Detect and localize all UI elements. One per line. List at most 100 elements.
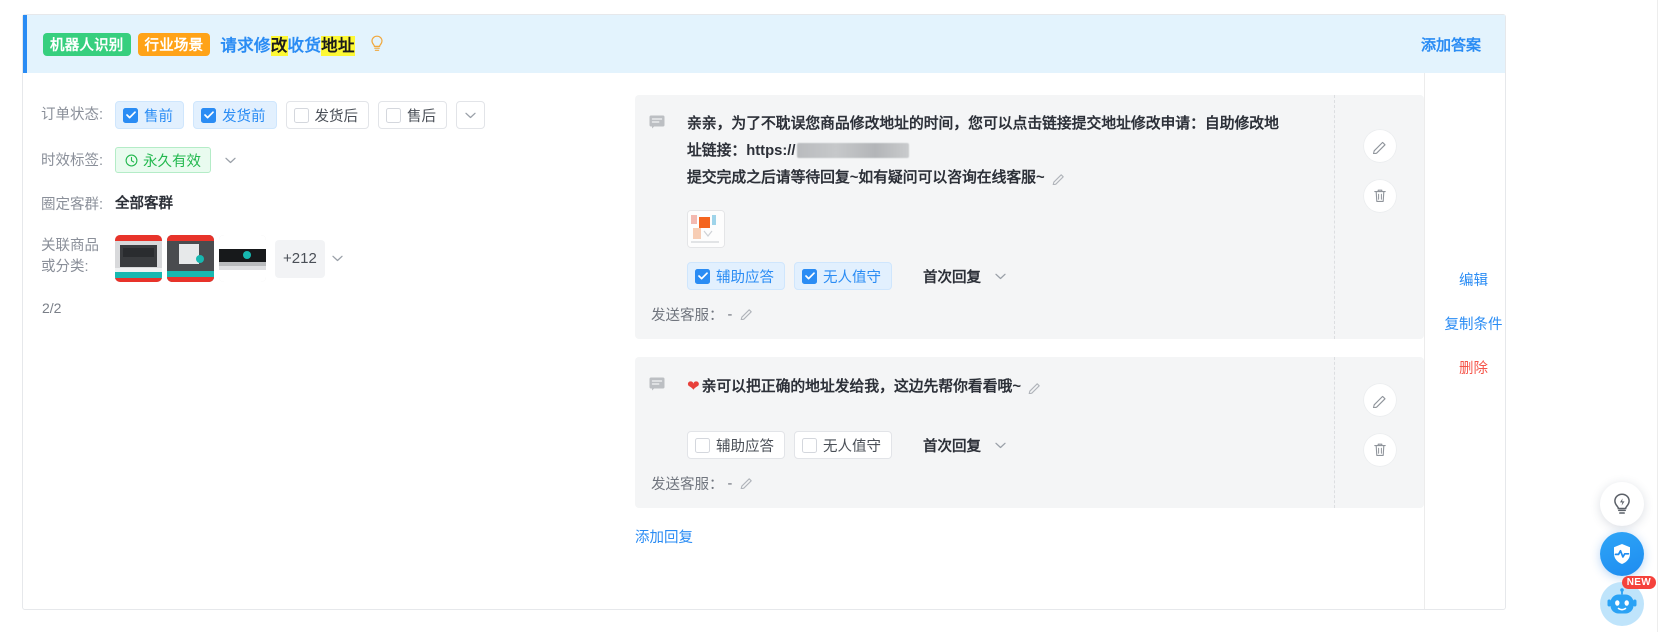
answer-2-sender-value: - <box>727 475 733 492</box>
product-thumbnail-1[interactable] <box>115 235 162 282</box>
unchecked-box-icon <box>293 107 309 123</box>
operations-column: 编辑 复制条件 删除 <box>1424 73 1522 609</box>
validity-expand-button[interactable] <box>217 148 243 172</box>
related-products-expand-button[interactable] <box>325 247 351 271</box>
answer-card-2: ❤ 亲可以把正确的地址发给我，这边先帮你看看哦~ 辅助应答 无人值守 首次回复 … <box>635 357 1424 508</box>
answer-card-1: 亲亲，为了不耽误您商品修改地址的时间，您可以点击链接提交地址修改申请：自助修改地… <box>635 95 1424 339</box>
lightbulb-float-icon[interactable] <box>1600 482 1644 526</box>
checked-box-icon <box>802 268 817 284</box>
answer-1-reply-timing-dropdown[interactable]: 首次回复 <box>923 264 1013 288</box>
condition-customer-group: 圈定客群: 全部客群 <box>41 191 635 217</box>
tag-robot-recognition: 机器人识别 <box>43 32 131 56</box>
answer-2-sender-edit-icon[interactable] <box>740 475 754 493</box>
answer-1-delete-button[interactable] <box>1362 179 1397 213</box>
answer-2-assist-reply-label: 辅助应答 <box>716 438 774 455</box>
order-status-values: 售前 发货前 发货后 售后 <box>115 101 485 129</box>
chevron-down-icon <box>987 264 1013 288</box>
answer-2-unattended-toggle[interactable]: 无人值守 <box>794 431 892 459</box>
operation-copy-condition[interactable]: 复制条件 <box>1445 313 1503 334</box>
checked-box-icon <box>123 107 138 123</box>
related-products-label: 关联商品 或分类: <box>41 235 115 278</box>
answer-1-edit-text-icon[interactable] <box>1052 171 1066 186</box>
checkbox-after-shipping[interactable]: 发货后 <box>285 101 369 129</box>
validity-values: 永久有效 <box>115 147 243 173</box>
answer-1-line1: 亲亲，为了不耽误您商品修改地址的时间，您可以点击链接提交地址修改申请：自助修改地 <box>687 116 1279 132</box>
title-part-0: 请求修 <box>220 37 271 55</box>
answer-2-controls: 辅助应答 无人值守 首次回复 <box>687 431 1324 459</box>
checked-box-icon <box>201 107 216 123</box>
header-inner: 机器人识别 行业场景 请求修改收货地址 添加答案 <box>27 15 1505 73</box>
checkbox-after-sale[interactable]: 售后 <box>378 101 447 129</box>
answer-1-controls: 辅助应答 无人值守 首次回复 <box>687 262 1324 290</box>
unchecked-box-icon <box>695 437 710 453</box>
add-answer-button[interactable]: 添加答案 <box>1421 34 1487 55</box>
message-bubble-icon <box>649 377 665 393</box>
validity-label: 时效标签: <box>41 153 104 169</box>
title-part-2: 收货 <box>287 37 322 55</box>
validity-value: 永久有效 <box>143 153 201 170</box>
answer-1-assist-reply-toggle[interactable]: 辅助应答 <box>687 262 785 290</box>
add-reply-button[interactable]: 添加回复 <box>635 526 693 547</box>
product-thumbnail-3[interactable] <box>219 235 266 282</box>
checked-box-icon <box>695 268 710 284</box>
related-products-values: +212 <box>115 235 351 282</box>
answer-2-edit-button[interactable] <box>1362 383 1397 417</box>
title-part-1-highlighted: 改 <box>270 36 288 56</box>
answer-1-action-strip <box>1334 95 1424 339</box>
answer-1-assist-reply-label: 辅助应答 <box>716 269 774 286</box>
page-root: 机器人识别 行业场景 请求修改收货地址 添加答案 订单状态: 售前 发货前 发货… <box>0 0 1658 632</box>
answer-2-sender-label: 发送客服： <box>651 477 724 493</box>
product-thumbnail-2[interactable] <box>167 235 214 282</box>
order-status-label: 订单状态: <box>41 107 104 123</box>
operation-delete[interactable]: 删除 <box>1459 357 1488 378</box>
answer-2-edit-text-icon[interactable] <box>1028 380 1042 395</box>
lightbulb-icon[interactable] <box>369 35 385 53</box>
answer-card-2-content: ❤ 亲可以把正确的地址发给我，这边先帮你看看哦~ 辅助应答 无人值守 首次回复 … <box>635 357 1334 508</box>
answer-2-text: ❤ 亲可以把正确的地址发给我，这边先帮你看看哦~ <box>687 373 1324 401</box>
condition-validity: 时效标签: 永久有效 <box>41 147 635 173</box>
checkbox-presale[interactable]: 售前 <box>115 101 184 129</box>
image-attachment-thumbnail[interactable] <box>687 210 725 248</box>
answer-2-sender-row: 发送客服： - <box>651 473 1324 494</box>
condition-order-status: 订单状态: 售前 发货前 发货后 售后 <box>41 101 635 129</box>
body-region: 订单状态: 售前 发货前 发货后 售后 时效标签: 永久有效 圈定客群: 全部客… <box>23 73 1505 609</box>
answer-2-reply-timing-dropdown[interactable]: 首次回复 <box>923 433 1013 457</box>
question-header: 机器人识别 行业场景 请求修改收货地址 添加答案 <box>23 15 1505 73</box>
order-status-expand-button[interactable] <box>456 101 485 129</box>
answer-2-unattended-label: 无人值守 <box>823 438 881 455</box>
redacted-url <box>796 142 909 158</box>
tag-industry-scene: 行业场景 <box>137 32 211 56</box>
checkbox-before-shipping-label: 发货前 <box>222 108 266 125</box>
customer-group-value: 全部客群 <box>115 196 173 212</box>
answers-column: 亲亲，为了不耽误您商品修改地址的时间，您可以点击链接提交地址修改申请：自助修改地… <box>635 73 1424 609</box>
answer-1-edit-button[interactable] <box>1362 129 1397 163</box>
related-products-label-line1: 关联商品 <box>41 238 99 254</box>
clock-icon <box>125 154 138 167</box>
answer-2-line1: 亲可以把正确的地址发给我，这边先帮你看看哦~ <box>701 379 1021 395</box>
answer-1-sender-row: 发送客服： - <box>651 304 1324 325</box>
answer-2-assist-reply-toggle[interactable]: 辅助应答 <box>687 431 785 459</box>
answer-1-unattended-label: 无人值守 <box>823 269 881 286</box>
title-part-3-highlighted: 地址 <box>321 36 355 56</box>
answer-1-text: 亲亲，为了不耽误您商品修改地址的时间，您可以点击链接提交地址修改申请：自助修改地… <box>687 111 1324 192</box>
product-more-count[interactable]: +212 <box>275 239 325 278</box>
operation-edit[interactable]: 编辑 <box>1459 269 1488 290</box>
answer-2-delete-button[interactable] <box>1362 433 1397 467</box>
customer-group-values: 全部客群 <box>115 191 173 217</box>
conditions-panel: 订单状态: 售前 发货前 发货后 售后 时效标签: 永久有效 圈定客群: 全部客… <box>23 73 635 609</box>
answer-2-reply-timing-value: 首次回复 <box>923 438 981 455</box>
unchecked-box-icon <box>386 107 401 123</box>
checkbox-after-sale-label: 售后 <box>407 108 436 125</box>
answer-1-sender-edit-icon[interactable] <box>740 306 754 324</box>
answer-1-sender-value: - <box>727 306 733 323</box>
answer-1-unattended-toggle[interactable]: 无人值守 <box>794 262 892 290</box>
shield-pulse-icon[interactable] <box>1600 532 1644 576</box>
condition-related-products: 关联商品 或分类: +212 <box>41 235 635 282</box>
robot-assistant-icon[interactable]: NEW <box>1600 576 1656 626</box>
checkbox-presale-label: 售前 <box>144 108 173 125</box>
checkbox-before-shipping[interactable]: 发货前 <box>193 101 277 129</box>
answer-2-message-row: ❤ 亲可以把正确的地址发给我，这边先帮你看看哦~ <box>649 373 1324 401</box>
answer-1-message-row: 亲亲，为了不耽误您商品修改地址的时间，您可以点击链接提交地址修改申请：自助修改地… <box>649 111 1324 192</box>
product-thumbnail-list: +212 <box>115 235 351 282</box>
answer-2-action-strip <box>1334 357 1424 508</box>
